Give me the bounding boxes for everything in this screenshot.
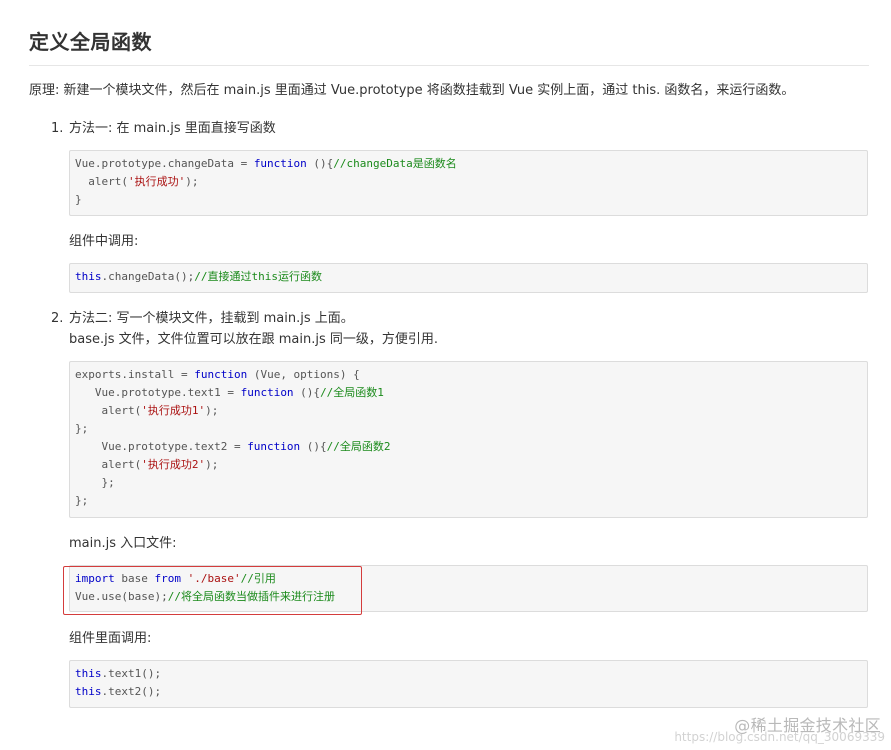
code-token: }; xyxy=(75,476,115,489)
code-line: alert('执行成功'); xyxy=(75,173,862,191)
method2-subheading: base.js 文件，文件位置可以放在跟 main.js 同一级，方便引用. xyxy=(69,332,439,347)
code-block-method1[interactable]: Vue.prototype.changeData = function (){/… xyxy=(69,150,868,216)
code-token: Vue.prototype.text1 = xyxy=(75,386,241,399)
watermark-url: https://blog.csdn.net/qq_30069339 xyxy=(674,730,885,744)
title-divider xyxy=(29,65,869,66)
code-token: ); xyxy=(205,404,219,417)
method1-heading-text: 方法一: 在 main.js 里面直接写函数 xyxy=(69,121,276,136)
code-token: //全局函数2 xyxy=(326,440,391,453)
code-line: Vue.prototype.text1 = function (){//全局函数… xyxy=(75,384,862,402)
method2-number: 2. xyxy=(51,311,64,326)
code-block-method1-call[interactable]: this.changeData();//直接通过this运行函数 xyxy=(69,263,868,293)
code-line: alert('执行成功1'); xyxy=(75,402,862,420)
code-token: alert( xyxy=(75,458,142,471)
code-token: .text1(); xyxy=(101,667,162,680)
code-line: }; xyxy=(75,474,862,492)
code-token: '执行成功1' xyxy=(141,404,206,417)
code-token: (){ xyxy=(293,386,321,399)
code-token: (){ xyxy=(306,157,334,170)
code-line: } xyxy=(75,191,862,209)
code-token: this xyxy=(75,667,102,680)
code-line: Vue.prototype.changeData = function (){/… xyxy=(75,155,862,173)
code-token: alert( xyxy=(75,404,142,417)
code-token: this xyxy=(75,685,102,698)
code-token: .text2(); xyxy=(101,685,162,698)
code-token: Vue.prototype.text2 = xyxy=(75,440,248,453)
code-line: this.changeData();//直接通过this运行函数 xyxy=(75,268,862,286)
code-token: }; xyxy=(75,422,89,435)
code-token: function xyxy=(253,157,307,170)
code-line: Vue.prototype.text2 = function (){//全局函数… xyxy=(75,438,862,456)
code-token: exports.install = xyxy=(75,368,195,381)
code-token: ); xyxy=(185,175,199,188)
method2-call-label: 组件里面调用: xyxy=(69,631,152,646)
code-token: (){ xyxy=(300,440,327,453)
code-token: //全局函数1 xyxy=(320,386,384,399)
code-token: Vue.prototype.changeData = xyxy=(75,157,254,170)
code-token: //changeData是函数名 xyxy=(333,157,457,170)
code-line: this.text1(); xyxy=(75,665,862,683)
method2-heading-text: 方法二: 写一个模块文件，挂载到 main.js 上面。 xyxy=(69,311,354,326)
code-token: '执行成功' xyxy=(127,175,186,188)
code-token: //直接通过this运行函数 xyxy=(194,270,322,283)
code-line: }; xyxy=(75,492,862,510)
code-token: this xyxy=(75,270,102,283)
method1-call-label: 组件中调用: xyxy=(69,234,139,249)
code-token: }; xyxy=(75,494,89,507)
code-block-method2-call[interactable]: this.text1(); this.text2(); xyxy=(69,660,868,708)
principle-text: 原理: 新建一个模块文件，然后在 main.js 里面通过 Vue.protot… xyxy=(29,83,795,98)
code-token: ); xyxy=(205,458,219,471)
code-line: alert('执行成功2'); xyxy=(75,456,862,474)
method1-heading: 1. 方法一: 在 main.js 里面直接写函数 xyxy=(51,120,276,138)
code-line: this.text2(); xyxy=(75,683,862,701)
page-title: 定义全局函数 xyxy=(29,30,152,54)
code-token: function xyxy=(247,440,301,453)
method2-heading: 2. 方法二: 写一个模块文件，挂载到 main.js 上面。 xyxy=(51,310,354,328)
code-token: } xyxy=(75,193,82,206)
method1-number: 1. xyxy=(51,121,64,136)
code-token: '执行成功2' xyxy=(141,458,206,471)
code-token: .changeData(); xyxy=(101,270,195,283)
code-block-base-js[interactable]: exports.install = function (Vue, options… xyxy=(69,361,868,518)
code-token: function xyxy=(194,368,248,381)
main-js-label: main.js 入口文件: xyxy=(69,536,177,551)
code-line: exports.install = function (Vue, options… xyxy=(75,366,862,384)
code-token: function xyxy=(240,386,294,399)
highlight-box xyxy=(63,566,362,615)
code-token: alert( xyxy=(75,175,128,188)
code-line: }; xyxy=(75,420,862,438)
code-token: (Vue, options) { xyxy=(247,368,360,381)
